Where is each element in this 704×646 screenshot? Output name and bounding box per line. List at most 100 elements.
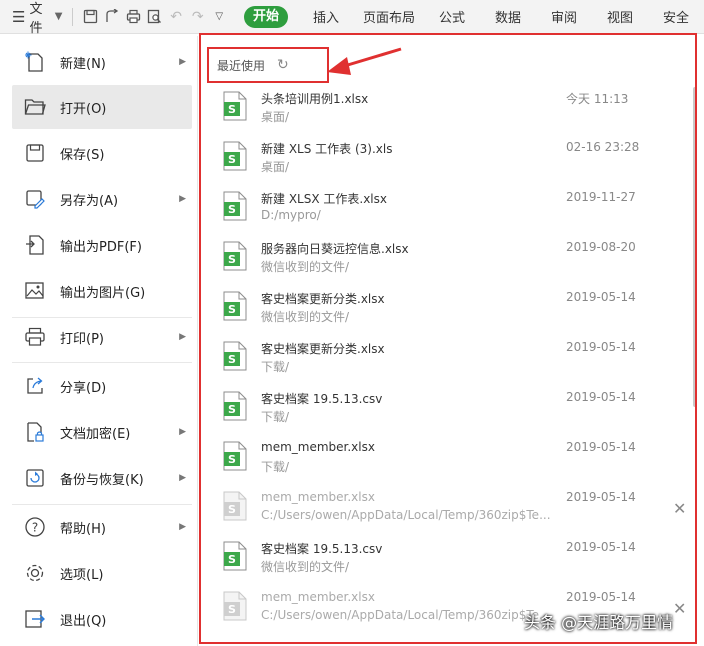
chevron-right-icon: ▶: [179, 522, 186, 532]
file-name: 新建 XLSX 工作表.xlsx: [261, 192, 387, 206]
recent-file-row[interactable]: Smem_member.xlsx C:/Users/owen/AppData/Lo…: [219, 485, 689, 535]
scrollbar[interactable]: [693, 87, 695, 407]
spreadsheet-file-icon: S: [223, 441, 247, 471]
gear-icon: [22, 560, 48, 586]
tab-view[interactable]: 视图: [592, 7, 648, 26]
tab-data[interactable]: 数据: [480, 7, 536, 26]
menu-item-label: 文档加密(E): [60, 426, 131, 442]
refresh-icon[interactable]: ↻: [277, 57, 289, 73]
file-path: C:/Users/owen/AppData/Local/Temp/360zip$…: [261, 608, 551, 622]
exit-icon: [22, 606, 48, 632]
top-toolbar: ☰ 文件 ▼ ↶ ↷ ▽ 开始 插入 页面布局 公式 数据 审阅 视图 安全: [0, 0, 704, 36]
recent-file-row[interactable]: S 客史档案更新分类.xlsx 微信收到的文件/2019-05-14: [219, 285, 689, 335]
recent-files-panel: 最近使用 ↻ S 头条培训用例1.xlsx 桌面/今天 11:13 S 新建 XLS 工…: [199, 33, 697, 644]
svg-text:S: S: [228, 153, 236, 166]
svg-text:S: S: [228, 453, 236, 466]
tab-security[interactable]: 安全: [648, 7, 704, 26]
print-preview-icon[interactable]: [144, 5, 166, 29]
file-menu-label: 文件: [29, 1, 43, 36]
menu-item-exit[interactable]: 退出(Q): [12, 597, 192, 641]
file-time: 2019-05-14: [566, 490, 636, 504]
menu-item-new[interactable]: 新建(N) ▶: [12, 40, 192, 84]
svg-text:S: S: [228, 303, 236, 316]
ribbon-tabs: 开始 插入 页面布局 公式 数据 审阅 视图 安全: [244, 5, 704, 28]
watermark: 头条 @天涯路万里情: [524, 613, 674, 632]
recent-file-row[interactable]: S 客史档案 19.5.13.csv 微信收到的文件/2019-05-14: [219, 535, 689, 585]
file-name: 服务器向日葵远控信息.xlsx: [261, 242, 409, 256]
export-icon[interactable]: [101, 5, 123, 29]
menu-item-print[interactable]: 打印(P) ▶: [12, 315, 192, 359]
file-time: 2019-05-14: [566, 590, 636, 604]
recent-file-row[interactable]: S 头条培训用例1.xlsx 桌面/今天 11:13: [219, 85, 689, 135]
svg-text:S: S: [228, 503, 236, 516]
menu-item-share[interactable]: 分享(D): [12, 364, 192, 408]
menu-item-export-pdf[interactable]: 输出为PDF(F): [12, 223, 192, 267]
file-time: 2019-05-14: [566, 540, 636, 554]
customize-toolbar-icon[interactable]: ▽: [208, 5, 230, 29]
file-name: 客史档案 19.5.13.csv: [261, 542, 383, 556]
recent-file-row[interactable]: S 服务器向日葵远控信息.xlsx 微信收到的文件/2019-08-20: [219, 235, 689, 285]
tab-page-layout[interactable]: 页面布局: [354, 7, 424, 26]
undo-icon[interactable]: ↶: [165, 5, 187, 29]
tab-formulas[interactable]: 公式: [424, 7, 480, 26]
tab-review[interactable]: 审阅: [536, 7, 592, 26]
toolbar-divider: [72, 7, 74, 26]
file-path: C:/Users/owen/AppData/Local/Temp/360zip$…: [261, 508, 551, 522]
menu-item-label: 另存为(A): [60, 193, 119, 209]
annotation-arrow-icon: [327, 47, 402, 75]
spreadsheet-file-icon: S: [223, 491, 247, 521]
recent-file-row[interactable]: S 新建 XLS 工作表 (3).xls 桌面/02-16 23:28: [219, 135, 689, 185]
file-time: 2019-05-14: [566, 440, 636, 454]
menu-item-help[interactable]: ? 帮助(H) ▶: [12, 505, 192, 549]
menu-item-label: 选项(L): [60, 567, 104, 583]
chevron-right-icon: ▶: [179, 427, 186, 437]
printer-icon: [22, 324, 48, 350]
tab-insert[interactable]: 插入: [298, 7, 354, 26]
recent-file-row[interactable]: S 新建 XLSX 工作表.xlsx D:/mypro/2019-11-27: [219, 185, 689, 235]
menu-item-save[interactable]: 保存(S): [12, 131, 192, 175]
image-export-icon: [22, 278, 48, 304]
hamburger-icon: ☰: [12, 7, 26, 26]
svg-text:S: S: [228, 253, 236, 266]
menu-item-label: 输出为PDF(F): [60, 239, 142, 255]
spreadsheet-file-icon: S: [223, 591, 247, 621]
spreadsheet-file-icon: S: [223, 91, 247, 121]
menu-item-encrypt[interactable]: 文档加密(E) ▶: [12, 410, 192, 454]
menu-item-label: 打开(O): [60, 101, 107, 117]
recent-header: 最近使用 ↻: [207, 47, 329, 83]
redo-icon[interactable]: ↷: [187, 5, 209, 29]
chevron-right-icon: ▶: [179, 57, 186, 67]
file-menu-button[interactable]: ☰ 文件 ▼: [8, 2, 66, 36]
spreadsheet-file-icon: S: [223, 191, 247, 221]
menu-item-backup[interactable]: 备份与恢复(K) ▶: [12, 456, 192, 500]
recent-file-row[interactable]: S 客史档案 19.5.13.csv 下载/2019-05-14: [219, 385, 689, 435]
tab-home[interactable]: 开始: [244, 5, 288, 28]
save-icon: [22, 140, 48, 166]
svg-text:S: S: [228, 403, 236, 416]
menu-item-save-as[interactable]: 另存为(A) ▶: [12, 177, 192, 221]
recent-file-row[interactable]: Smem_member.xlsx 下载/2019-05-14: [219, 435, 689, 485]
menu-item-label: 分享(D): [60, 380, 107, 396]
backup-icon: [22, 465, 48, 491]
file-time: 2019-08-20: [566, 240, 636, 254]
file-path: D:/mypro/: [261, 208, 321, 222]
file-time: 2019-11-27: [566, 190, 636, 204]
help-icon: ?: [22, 514, 48, 540]
menu-item-label: 新建(N): [60, 56, 106, 72]
recent-file-row[interactable]: S 客史档案更新分类.xlsx 下载/2019-05-14: [219, 335, 689, 385]
menu-item-export-image[interactable]: 输出为图片(G): [12, 269, 192, 313]
menu-item-label: 备份与恢复(K): [60, 472, 144, 488]
print-icon[interactable]: [122, 5, 144, 29]
remove-icon[interactable]: ✕: [673, 499, 686, 518]
save-icon[interactable]: [79, 5, 101, 29]
menu-item-open[interactable]: 打开(O): [12, 85, 192, 129]
file-name: mem_member.xlsx: [261, 490, 375, 504]
menu-item-label: 打印(P): [60, 331, 104, 347]
remove-icon[interactable]: ✕: [673, 599, 686, 618]
file-name: 客史档案 19.5.13.csv: [261, 392, 383, 406]
file-path: 桌面/: [261, 110, 290, 124]
menu-item-options[interactable]: 选项(L): [12, 551, 192, 595]
recent-title: 最近使用: [217, 58, 266, 73]
folder-open-icon: [22, 94, 48, 120]
spreadsheet-file-icon: S: [223, 541, 247, 571]
